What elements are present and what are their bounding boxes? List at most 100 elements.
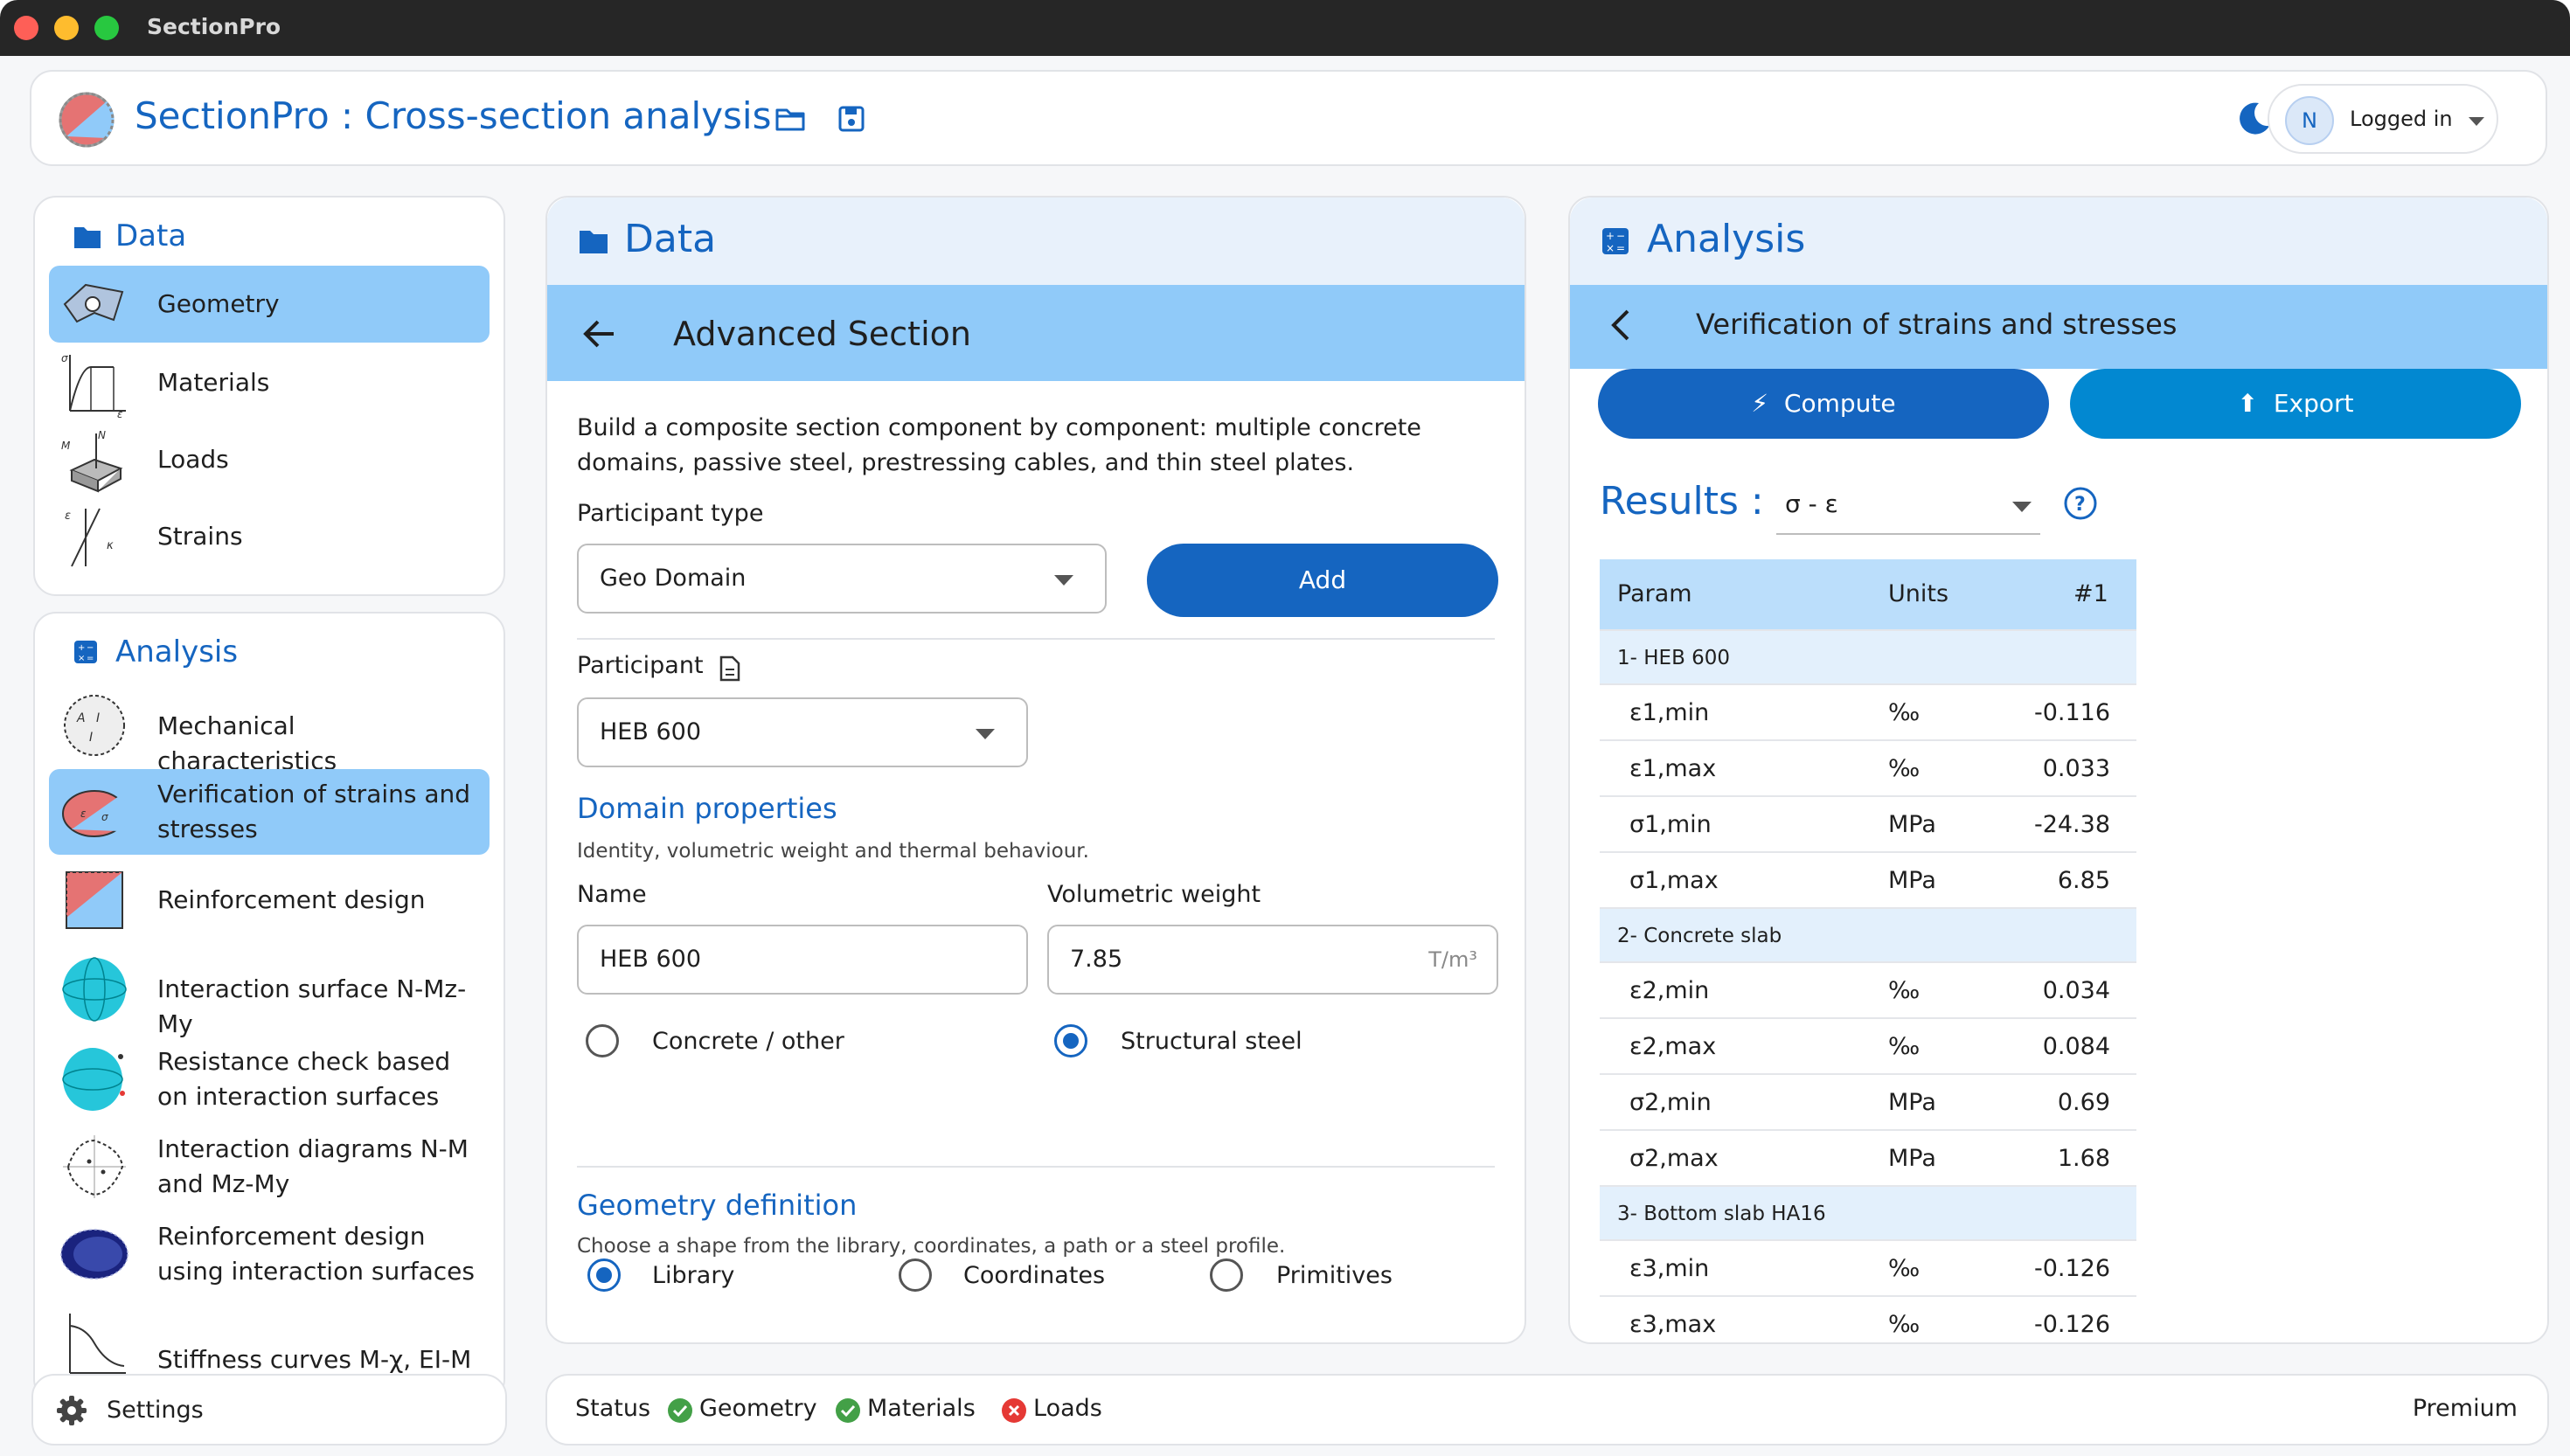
window-titlebar: SectionPro (0, 0, 2570, 56)
sidebar-item-geometry[interactable]: Geometry (49, 266, 490, 343)
radio-concrete-other-label: Concrete / other (652, 1028, 844, 1055)
upload-icon: ⬆ (2237, 389, 2258, 418)
table-row: ε2,min ‰ 0.034 (1600, 963, 2136, 1019)
chevron-down-icon[interactable] (2012, 502, 2032, 512)
user-menu-button[interactable]: N Logged in (2268, 84, 2498, 154)
results-select-underline (1776, 533, 2040, 535)
chevron-down-icon (976, 729, 995, 739)
radio-coordinates-label: Coordinates (963, 1262, 1106, 1289)
table-cell-unit: MPa (1888, 1145, 1936, 1172)
participant-label: Participant (577, 652, 704, 679)
participant-type-select[interactable]: Geo Domain (577, 544, 1107, 614)
svg-text:=: = (1616, 242, 1625, 254)
table-cell-unit: ‰ (1888, 1311, 1921, 1338)
table-cell-value: 0.033 (2042, 755, 2110, 782)
sidebar-item-strains[interactable]: ε κ Strains (49, 500, 490, 573)
sidebar-item-label: Stiffness curves M-χ, EI-M (157, 1345, 472, 1374)
diagram-icon (63, 1135, 126, 1198)
table-group-row: 2- Concrete slab (1600, 909, 2136, 963)
table-cell-unit: ‰ (1888, 1033, 1921, 1060)
table-row: ε3,max ‰ -0.126 (1600, 1297, 2136, 1342)
advanced-section-title: Advanced Section (673, 315, 971, 353)
volumetric-weight-value: 7.85 (1070, 946, 1123, 973)
open-folder-icon[interactable] (774, 103, 806, 135)
chevron-left-icon[interactable] (1603, 306, 1642, 344)
arrow-left-icon[interactable] (580, 315, 619, 353)
table-cell-value: -0.116 (2033, 699, 2110, 726)
table-cell-param: σ1,min (1629, 811, 1712, 838)
settings-label: Settings (107, 1397, 204, 1424)
close-window-button[interactable] (14, 16, 38, 40)
sidebar-item-verification[interactable]: ε σ Verification of strains and stresses (49, 769, 490, 855)
sidebar-item-mechanical-characteristics[interactable]: A I I Mechanical characteristics (49, 687, 490, 775)
sidebar-item-reinforcement-design-surfaces[interactable]: Reinforcement design using interaction s… (49, 1211, 490, 1297)
compute-button[interactable]: ⚡ Compute (1598, 369, 2049, 439)
folder-icon (580, 231, 608, 253)
help-icon[interactable]: ? (2063, 486, 2098, 521)
verification-header: Verification of strains and stresses (1570, 285, 2547, 369)
table-row: ε1,min ‰ -0.116 (1600, 685, 2136, 741)
volumetric-weight-input[interactable]: 7.85 T/m³ (1047, 925, 1498, 995)
sidebar-item-interaction-diagrams[interactable]: Interaction diagrams N-M and Mz-My (49, 1124, 490, 1210)
compute-label: Compute (1783, 389, 1896, 418)
plan-label: Premium (2412, 1395, 2518, 1422)
design-surface-icon (60, 1229, 128, 1279)
sidebar-item-loads[interactable]: N M Loads (49, 423, 490, 496)
sidebar-item-reinforcement-design[interactable]: Reinforcement design (49, 858, 490, 942)
radio-library[interactable] (587, 1258, 621, 1292)
radio-concrete-other[interactable] (586, 1024, 619, 1057)
svg-text:I: I (89, 731, 93, 745)
svg-text:ε: ε (80, 808, 87, 820)
svg-text:?: ? (2074, 494, 2086, 516)
settings-button[interactable]: Settings (31, 1374, 507, 1446)
sidebar-item-resistance-check[interactable]: Resistance check based on interaction su… (49, 1037, 490, 1122)
svg-text:A: A (76, 711, 86, 725)
verification-icon: ε σ (62, 790, 129, 837)
sidebar-item-label: Reinforcement design (157, 885, 426, 914)
document-icon[interactable] (719, 655, 741, 682)
domain-properties-desc: Identity, volumetric weight and thermal … (577, 840, 1089, 863)
table-cell-unit: ‰ (1888, 1255, 1921, 1282)
status-geometry: Geometry (699, 1395, 817, 1422)
table-cell-unit: MPa (1888, 867, 1936, 894)
app-header: SectionPro : Cross-section analysis N Lo… (30, 70, 2547, 166)
app-root: SectionPro : Cross-section analysis N Lo… (0, 56, 2570, 1456)
sidebar-item-label: Interaction diagrams N-M and Mz-My (157, 1134, 469, 1198)
table-group-name: 1- HEB 600 (1617, 647, 1731, 669)
sidebar-item-label: Interaction surface N-Mz-My (157, 974, 467, 1038)
name-label: Name (577, 881, 647, 908)
chevron-down-icon (1054, 575, 1073, 586)
status-bar: Status Geometry Materials Loads Premium (545, 1374, 2549, 1446)
radio-structural-steel[interactable] (1054, 1024, 1087, 1057)
table-cell-param: σ2,min (1629, 1089, 1712, 1116)
gear-icon (57, 1396, 87, 1425)
minimize-window-button[interactable] (54, 16, 79, 40)
volumetric-weight-label: Volumetric weight (1047, 881, 1261, 908)
radio-coordinates[interactable] (899, 1258, 932, 1292)
sidebar-item-interaction-surface[interactable]: Interaction surface N-Mz-My (49, 946, 490, 1038)
table-cell-value: -24.38 (2033, 811, 2110, 838)
name-input[interactable]: HEB 600 (577, 925, 1028, 995)
save-icon[interactable] (836, 103, 867, 135)
nav-data-title: Data (115, 218, 187, 253)
table-cell-unit: MPa (1888, 811, 1936, 838)
table-group-name: 2- Concrete slab (1617, 925, 1782, 947)
radio-library-label: Library (652, 1262, 735, 1289)
data-panel: Data Advanced Section Build a composite … (545, 196, 1526, 1344)
radio-primitives[interactable] (1210, 1258, 1243, 1292)
zoom-window-button[interactable] (94, 16, 119, 40)
export-button[interactable]: ⬆ Export (2070, 369, 2521, 439)
table-group-row: 1- HEB 600 (1600, 631, 2136, 685)
table-cell-unit: ‰ (1888, 699, 1921, 726)
check-circle-icon (836, 1398, 860, 1423)
table-cell-value: -0.126 (2033, 1255, 2110, 1282)
results-select-value[interactable]: σ - ε (1785, 489, 1838, 518)
svg-text:I: I (96, 711, 100, 725)
sidebar-item-materials[interactable]: σ ε Materials (49, 346, 490, 419)
svg-text:−: − (1616, 230, 1625, 242)
add-participant-button[interactable]: Add (1147, 544, 1498, 617)
table-cell-param: σ1,max (1629, 867, 1719, 894)
participant-select[interactable]: HEB 600 (577, 697, 1028, 767)
table-cell-param: ε2,max (1629, 1033, 1717, 1060)
radio-structural-steel-label: Structural steel (1121, 1028, 1302, 1055)
